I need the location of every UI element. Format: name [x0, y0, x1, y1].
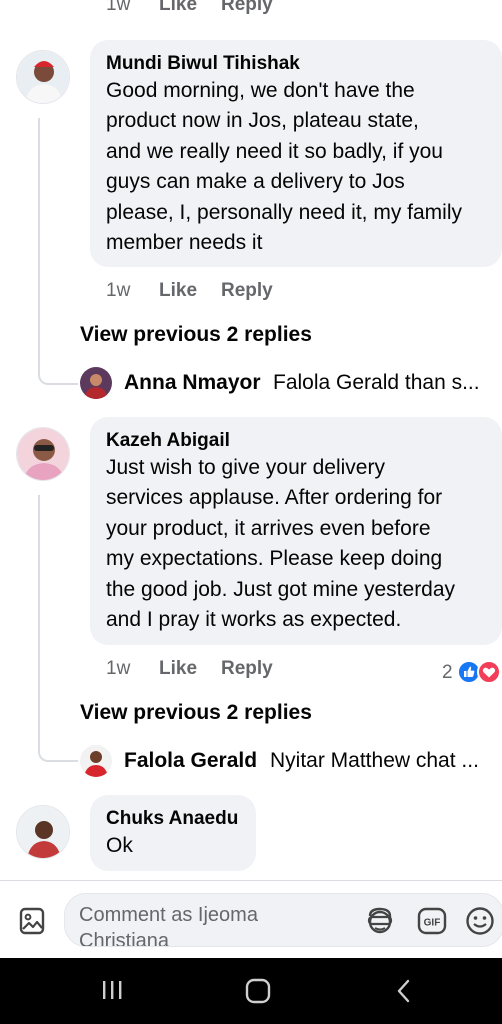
avatar[interactable]	[16, 805, 70, 859]
reply-button[interactable]: Reply	[221, 280, 273, 302]
avatar-image	[17, 428, 69, 480]
comment-composer-bar: Comment as Ijeoma Christiana GIF	[0, 880, 502, 958]
system-navigation-bar	[0, 958, 502, 1024]
previous-comment-actions: 1w Like Reply	[0, 0, 502, 16]
comment-bubble: Mundi Biwul Tihishak Good morning, we do…	[90, 40, 502, 267]
recent-apps-icon[interactable]	[100, 978, 124, 1007]
love-reaction-icon	[477, 660, 501, 684]
avatar-image	[17, 51, 69, 103]
avatar-image	[80, 367, 112, 399]
reply-connector	[38, 711, 78, 762]
image-icon[interactable]	[19, 907, 45, 940]
reply-text: Nyitar Matthew chat ...	[270, 749, 479, 772]
emoji-icon[interactable]	[465, 906, 495, 941]
view-previous-replies[interactable]: View previous 2 replies	[80, 701, 312, 725]
thread-line	[38, 118, 40, 333]
comment-actions: 1w Like Reply	[106, 280, 306, 306]
thread-line	[38, 495, 40, 711]
comment-bubble: Chuks Anaedu Ok	[90, 795, 256, 871]
reply-button[interactable]: Reply	[221, 0, 273, 16]
like-button[interactable]: Like	[159, 0, 197, 16]
comment-placeholder: Comment as Ijeoma Christiana	[79, 904, 258, 946]
avatar[interactable]	[80, 745, 112, 777]
comment-text: Ok	[106, 834, 133, 857]
comment-actions: 1w Like Reply	[106, 658, 306, 684]
reply-preview[interactable]: Falola Gerald Nyitar Matthew chat ...	[80, 745, 500, 777]
avatar[interactable]	[80, 367, 112, 399]
comment-text: Good morning, we don't have the product …	[106, 79, 462, 255]
reply-author: Falola Gerald	[124, 749, 258, 772]
like-button[interactable]: Like	[159, 658, 197, 680]
avatar-sticker-icon[interactable]	[364, 906, 396, 941]
comment-time: 1w	[106, 658, 131, 679]
avatar[interactable]	[16, 427, 70, 481]
home-icon[interactable]	[244, 978, 272, 1009]
comment-author[interactable]: Kazeh Abigail	[106, 429, 486, 453]
avatar[interactable]	[16, 50, 70, 104]
view-previous-replies[interactable]: View previous 2 replies	[80, 323, 312, 347]
svg-text:GIF: GIF	[424, 918, 441, 929]
comment-bubble: Kazeh Abigail Just wish to give your del…	[90, 417, 502, 645]
comment-author[interactable]: Chuks Anaedu	[106, 807, 240, 831]
avatar-image	[17, 806, 69, 858]
reply-text: Falola Gerald than s...	[273, 371, 480, 394]
comment-text: Just wish to give your delivery services…	[106, 456, 456, 632]
like-button[interactable]: Like	[159, 280, 197, 302]
comment-time: 1w	[106, 280, 131, 301]
reaction-count: 2	[442, 662, 453, 683]
comment-time: 1w	[106, 0, 131, 15]
reply-preview[interactable]: Anna Nmayor Falola Gerald than s...	[80, 367, 500, 399]
back-icon[interactable]	[394, 978, 414, 1009]
reply-button[interactable]: Reply	[221, 658, 273, 680]
gif-icon[interactable]: GIF	[417, 907, 447, 940]
avatar-image	[80, 745, 112, 777]
reply-connector	[38, 333, 78, 385]
comment-author[interactable]: Mundi Biwul Tihishak	[106, 52, 486, 76]
reply-author: Anna Nmayor	[124, 371, 261, 394]
reaction-summary[interactable]: 2	[442, 660, 502, 686]
comment-input[interactable]: Comment as Ijeoma Christiana GIF	[64, 893, 502, 947]
